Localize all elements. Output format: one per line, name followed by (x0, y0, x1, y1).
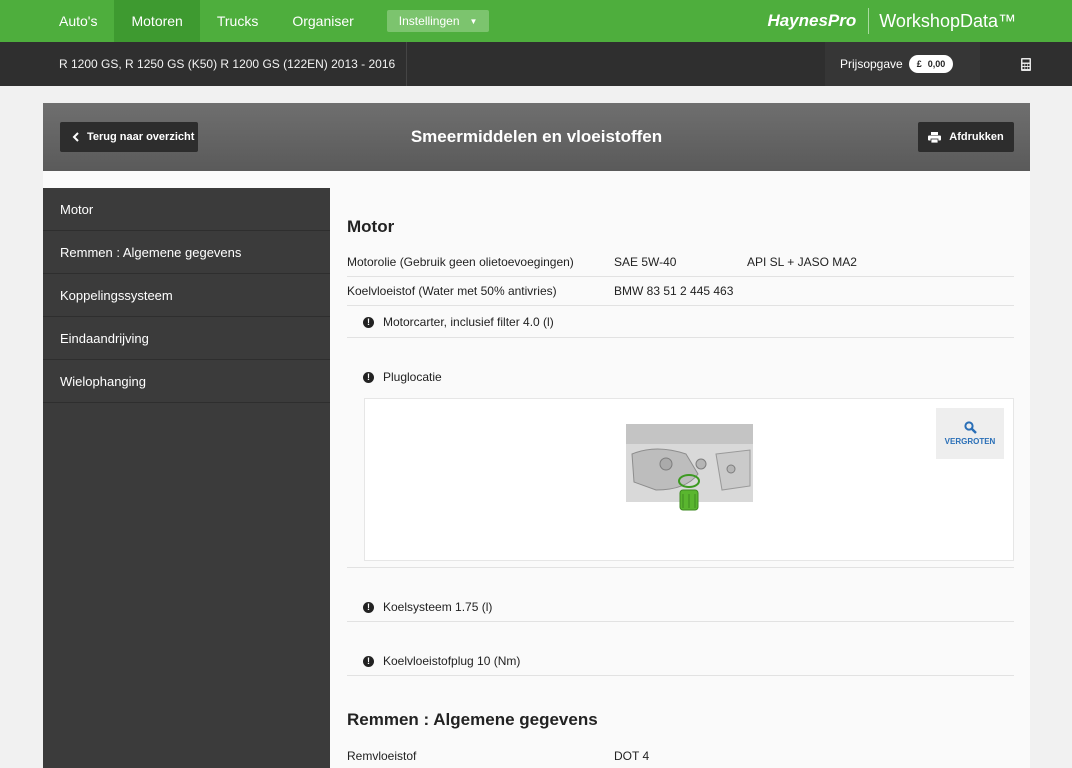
capacity-note: Motorcarter, inclusief filter 4.0 (l) (383, 315, 554, 329)
vehicle-bar: R 1200 GS, R 1250 GS (K50) R 1200 GS (12… (0, 42, 1072, 86)
tab-motoren[interactable]: Motoren (114, 0, 200, 42)
sidebar-item-wielophanging[interactable]: Wielophanging (43, 360, 330, 403)
exclamation-icon: ! (363, 601, 374, 613)
sidebar-item-eindaandrijving[interactable]: Eindaandrijving (43, 317, 330, 360)
section-sidebar: Motor Remmen : Algemene gegevens Koppeli… (43, 188, 330, 768)
coolant-plug-note: Koelvloeistofplug 10 (Nm) (383, 654, 521, 668)
row-name: Koelvloeistof (Water met 50% antivries) (347, 284, 557, 298)
plug-location-image-frame: VERGROTEN (364, 398, 1014, 561)
calculator-button[interactable] (980, 42, 1072, 86)
exclamation-icon: ! (363, 655, 374, 667)
plug-location-block: ! Pluglocatie VERGROTEN (347, 338, 1014, 568)
magnifier-icon (963, 421, 977, 434)
quote-button[interactable]: Prijsopgave £ 0,00 (825, 42, 980, 86)
vehicle-title: R 1200 GS, R 1250 GS (K50) R 1200 GS (12… (59, 57, 396, 71)
plug-location-label: Pluglocatie (383, 370, 442, 384)
print-label: Afdrukken (949, 131, 1004, 143)
row-value: SAE 5W-40 (614, 255, 677, 269)
zoom-label: VERGROTEN (944, 437, 996, 446)
top-nav: Auto's Motoren Trucks Organiser Instelli… (0, 0, 1072, 42)
row-name: Motorolie (Gebruik geen olietoevoegingen… (347, 255, 574, 269)
table-row: Remvloeistof DOT 4 (347, 741, 1014, 768)
printer-icon (928, 131, 942, 143)
sidebar-item-motor[interactable]: Motor (43, 188, 330, 231)
chevron-down-icon: ▼ (469, 16, 478, 26)
back-label: Terug naar overzicht (87, 131, 195, 143)
quote-value: 0,00 (927, 59, 946, 69)
row-value: DOT 4 (614, 748, 650, 763)
settings-dropdown[interactable]: Instellingen ▼ (386, 10, 490, 32)
lubricants-panel: Smeermiddelen en vloeistoffen Terug naar… (43, 103, 1030, 768)
drain-plug-illustration[interactable] (626, 424, 753, 516)
zoom-button[interactable]: VERGROTEN (936, 408, 1004, 459)
section-heading-motor: Motor (347, 217, 395, 236)
row-spec: API SL + JASO MA2 (747, 255, 857, 269)
exclamation-icon: ! (363, 316, 374, 328)
sidebar-item-koppelingssysteem[interactable]: Koppelingssysteem (43, 274, 330, 317)
chevron-left-icon (72, 132, 79, 142)
brand-divider (868, 8, 870, 34)
tab-autos[interactable]: Auto's (0, 0, 114, 42)
table-row: Motorolie (Gebruik geen olietoevoegingen… (347, 248, 1014, 277)
tab-organiser[interactable]: Organiser (275, 0, 370, 42)
cooling-system-note: Koelsysteem 1.75 (l) (383, 600, 493, 614)
panel-header: Smeermiddelen en vloeistoffen Terug naar… (43, 103, 1030, 171)
print-button[interactable]: Afdrukken (918, 122, 1014, 152)
cooling-system-row: ! Koelsysteem 1.75 (l) (347, 568, 1014, 622)
exclamation-icon: ! (363, 371, 374, 383)
coolant-plug-row: ! Koelvloeistofplug 10 (Nm) (347, 622, 1014, 676)
capacity-note-row: ! Motorcarter, inclusief filter 4.0 (l) (347, 306, 1014, 338)
row-value: BMW 83 51 2 445 463 (614, 284, 734, 298)
table-row: Koelvloeistof (Water met 50% antivries) … (347, 277, 1014, 306)
calculator-icon (1021, 57, 1031, 71)
brand-logo: HaynesPro WorkshopData™ (767, 0, 1016, 42)
brand-primary: HaynesPro (767, 11, 857, 30)
row-name: Remvloeistof (347, 748, 417, 763)
tab-trucks[interactable]: Trucks (200, 0, 275, 42)
quote-label: Prijsopgave (840, 57, 903, 71)
vehicle-divider (406, 42, 407, 86)
sidebar-item-remmen[interactable]: Remmen : Algemene gegevens (43, 231, 330, 274)
back-to-overview-button[interactable]: Terug naar overzicht (60, 122, 198, 152)
settings-label: Instellingen (398, 14, 460, 28)
currency-symbol: £ (916, 59, 922, 69)
section-heading-brakes: Remmen : Algemene gegevens (347, 710, 598, 729)
quote-total-badge: £ 0,00 (908, 55, 954, 73)
brand-secondary: WorkshopData™ (879, 10, 1016, 31)
